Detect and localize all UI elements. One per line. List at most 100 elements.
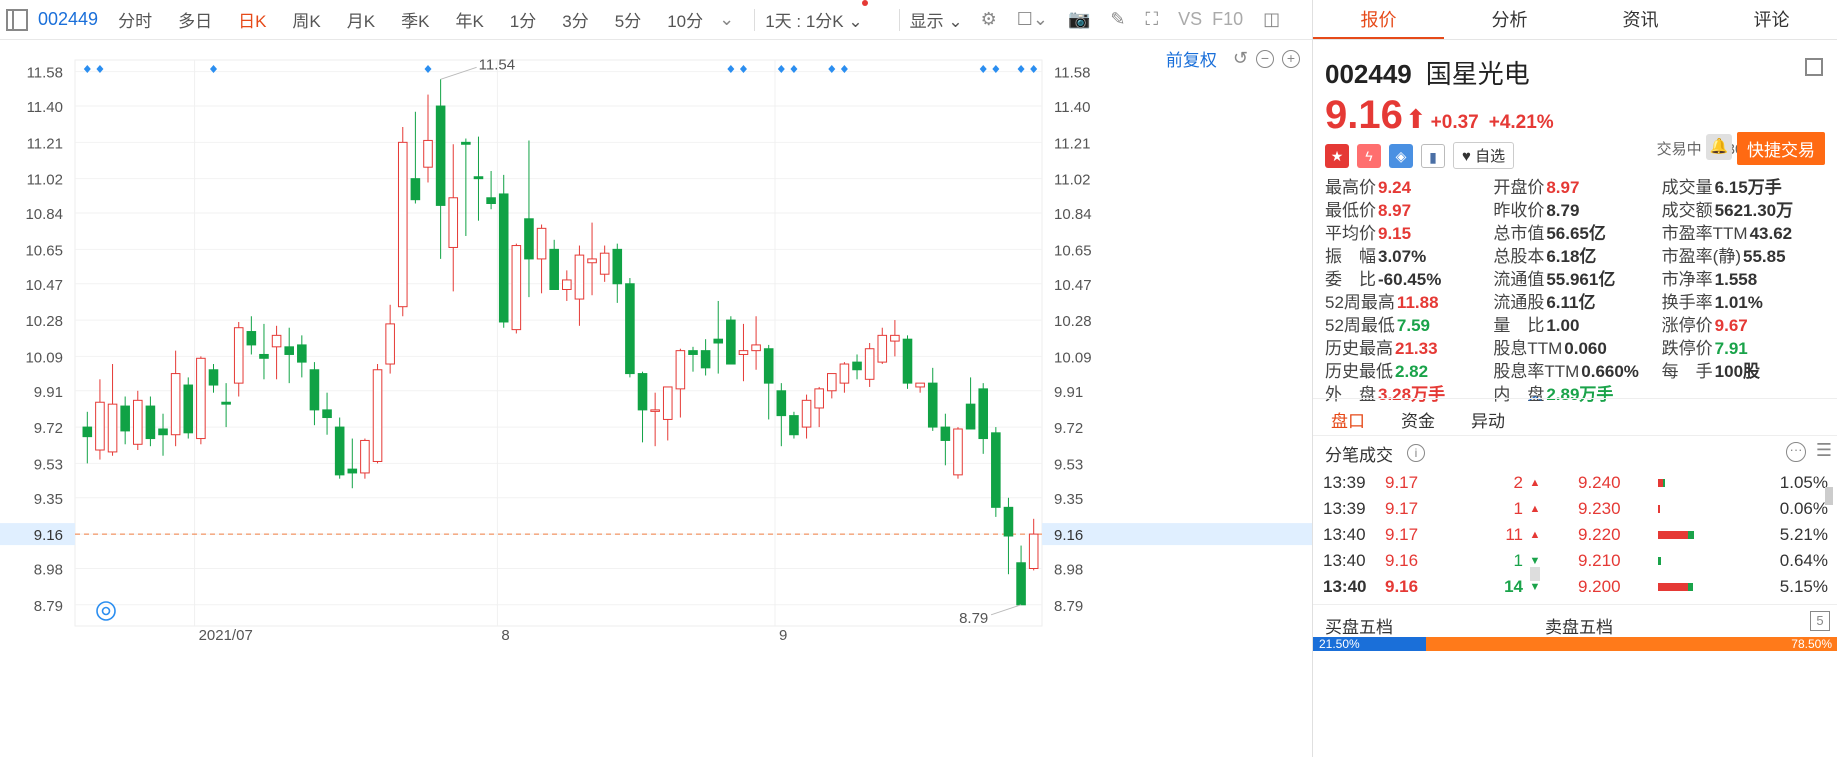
candle-down[interactable] — [473, 176, 484, 180]
period-tab-monthly[interactable]: 月K — [347, 7, 375, 32]
candle-down[interactable] — [334, 426, 345, 476]
list-icon[interactable]: ☰ — [1816, 440, 1832, 461]
candle-down[interactable] — [120, 405, 130, 432]
candle-down[interactable] — [965, 403, 976, 430]
zoom-out-icon[interactable]: − — [1256, 49, 1274, 68]
period-tab-10min[interactable]: 10分 — [667, 7, 703, 32]
candle-down[interactable] — [1016, 562, 1026, 606]
candle-down[interactable] — [852, 361, 862, 371]
candle-up[interactable] — [372, 369, 383, 462]
candle-up[interactable] — [877, 334, 888, 363]
tick-scrollbar[interactable] — [1530, 567, 1540, 581]
candle-down[interactable] — [726, 319, 736, 365]
candle-down[interactable] — [208, 369, 219, 386]
candle-up[interactable] — [650, 409, 660, 412]
candle-down[interactable] — [183, 384, 194, 434]
period-tab-intraday[interactable]: 分时 — [118, 7, 152, 32]
candle-up[interactable] — [271, 334, 282, 348]
candle-up[interactable] — [801, 399, 812, 428]
candle-down[interactable] — [322, 409, 332, 419]
candle-down[interactable] — [498, 193, 509, 323]
candle-down[interactable] — [688, 350, 698, 355]
reset-icon[interactable]: ↺ — [1233, 48, 1248, 69]
fullscreen-icon[interactable]: ⛶ — [1145, 9, 1158, 30]
subtab-funds[interactable]: 资金 — [1383, 399, 1453, 435]
candle-up[interactable] — [397, 141, 408, 308]
add-watchlist-button[interactable]: ♥ 自选 — [1453, 142, 1515, 169]
candlestick-chart-area[interactable]: 11.58 11.58 11.40 11.40 11.21 11.21 11.02 11.02… — [0, 40, 1312, 757]
candle-up[interactable] — [864, 348, 875, 380]
panel-toggle-icon[interactable] — [6, 8, 28, 31]
candle-down[interactable] — [1003, 506, 1014, 537]
candle-up[interactable] — [196, 357, 206, 440]
pencil-icon[interactable]: ✎ — [1110, 9, 1125, 30]
candle-up[interactable] — [170, 373, 181, 436]
candle-down[interactable] — [978, 388, 989, 440]
candle-down[interactable] — [246, 331, 257, 346]
candle-up[interactable] — [827, 373, 837, 392]
bookmark-icon[interactable]: ▮ — [1421, 143, 1445, 168]
candle-up[interactable] — [132, 399, 143, 445]
zoom-in-icon[interactable]: + — [1282, 49, 1300, 68]
quick-trade-button[interactable]: 快捷交易 — [1737, 132, 1825, 165]
f10-button[interactable]: F10 — [1212, 9, 1243, 30]
candle-up[interactable] — [536, 227, 547, 260]
candle-down[interactable] — [612, 248, 623, 285]
candle-down[interactable] — [789, 415, 799, 436]
tab-quote[interactable]: 报价 — [1313, 0, 1444, 39]
period-tab-multiday[interactable]: 多日 — [178, 7, 212, 32]
candle-down[interactable] — [776, 390, 787, 417]
candle-up[interactable] — [599, 252, 610, 275]
candle-up[interactable] — [953, 428, 963, 476]
candle-up[interactable] — [448, 197, 459, 248]
subtab-orderbook[interactable]: 盘口 — [1313, 399, 1383, 435]
candle-up[interactable] — [423, 139, 433, 168]
candle-up[interactable] — [360, 439, 370, 474]
candle-up[interactable] — [738, 350, 749, 355]
subtab-anomalies[interactable]: 异动 — [1453, 399, 1523, 435]
candle-up[interactable] — [814, 388, 824, 409]
candle-down[interactable] — [259, 353, 269, 359]
candle-down[interactable] — [297, 344, 307, 363]
candle-down[interactable] — [347, 468, 358, 474]
tab-analysis[interactable]: 分析 — [1444, 0, 1575, 39]
candle-up[interactable] — [385, 323, 395, 365]
levels-scrollbar[interactable] — [1825, 487, 1833, 505]
candle-up[interactable] — [839, 363, 850, 384]
camera-icon[interactable]: 📷 — [1068, 9, 1090, 30]
square-icon[interactable]: ☐⌄ — [1017, 9, 1048, 30]
candle-down[interactable] — [435, 105, 446, 206]
five-level-icon[interactable]: 5 — [1810, 611, 1830, 631]
candle-up[interactable] — [562, 279, 572, 290]
candle-up[interactable] — [915, 382, 925, 388]
more-icon[interactable]: ··· — [1786, 442, 1806, 462]
candle-up[interactable] — [751, 344, 761, 352]
candle-up[interactable] — [1028, 533, 1039, 569]
candle-down[interactable] — [902, 338, 913, 384]
candle-up[interactable] — [574, 254, 585, 300]
info-icon[interactable]: i — [1407, 444, 1425, 462]
candle-up[interactable] — [95, 401, 105, 451]
candle-down[interactable] — [221, 401, 231, 405]
period-tab-yearly[interactable]: 年K — [455, 7, 483, 32]
candle-down[interactable] — [145, 405, 156, 440]
candle-down[interactable] — [713, 338, 724, 344]
candle-down[interactable] — [927, 382, 938, 428]
candle-down[interactable] — [410, 178, 421, 201]
sidebar-icon[interactable]: ◫ — [1263, 9, 1280, 30]
candlestick-chart[interactable]: 11.58 11.58 11.40 11.40 11.21 11.21 11.02 11.02… — [0, 40, 1312, 757]
candle-down[interactable] — [940, 426, 951, 441]
display-dropdown[interactable]: 显示 ⌄ — [910, 7, 963, 32]
period-tab-weekly[interactable]: 周K — [292, 7, 320, 32]
period-tab-daily[interactable]: 日K — [238, 7, 266, 32]
candle-down[interactable] — [637, 373, 648, 411]
vs-button[interactable]: VS — [1178, 9, 1202, 30]
candle-up[interactable] — [662, 386, 673, 420]
candle-down[interactable] — [82, 426, 93, 438]
period-tab-3min[interactable]: 3分 — [562, 7, 588, 32]
document-icon[interactable] — [1805, 58, 1823, 76]
candle-up[interactable] — [233, 327, 244, 384]
candle-up[interactable] — [107, 403, 118, 453]
candle-down[interactable] — [700, 350, 711, 369]
tag-icon[interactable]: ◈ — [1389, 143, 1413, 168]
